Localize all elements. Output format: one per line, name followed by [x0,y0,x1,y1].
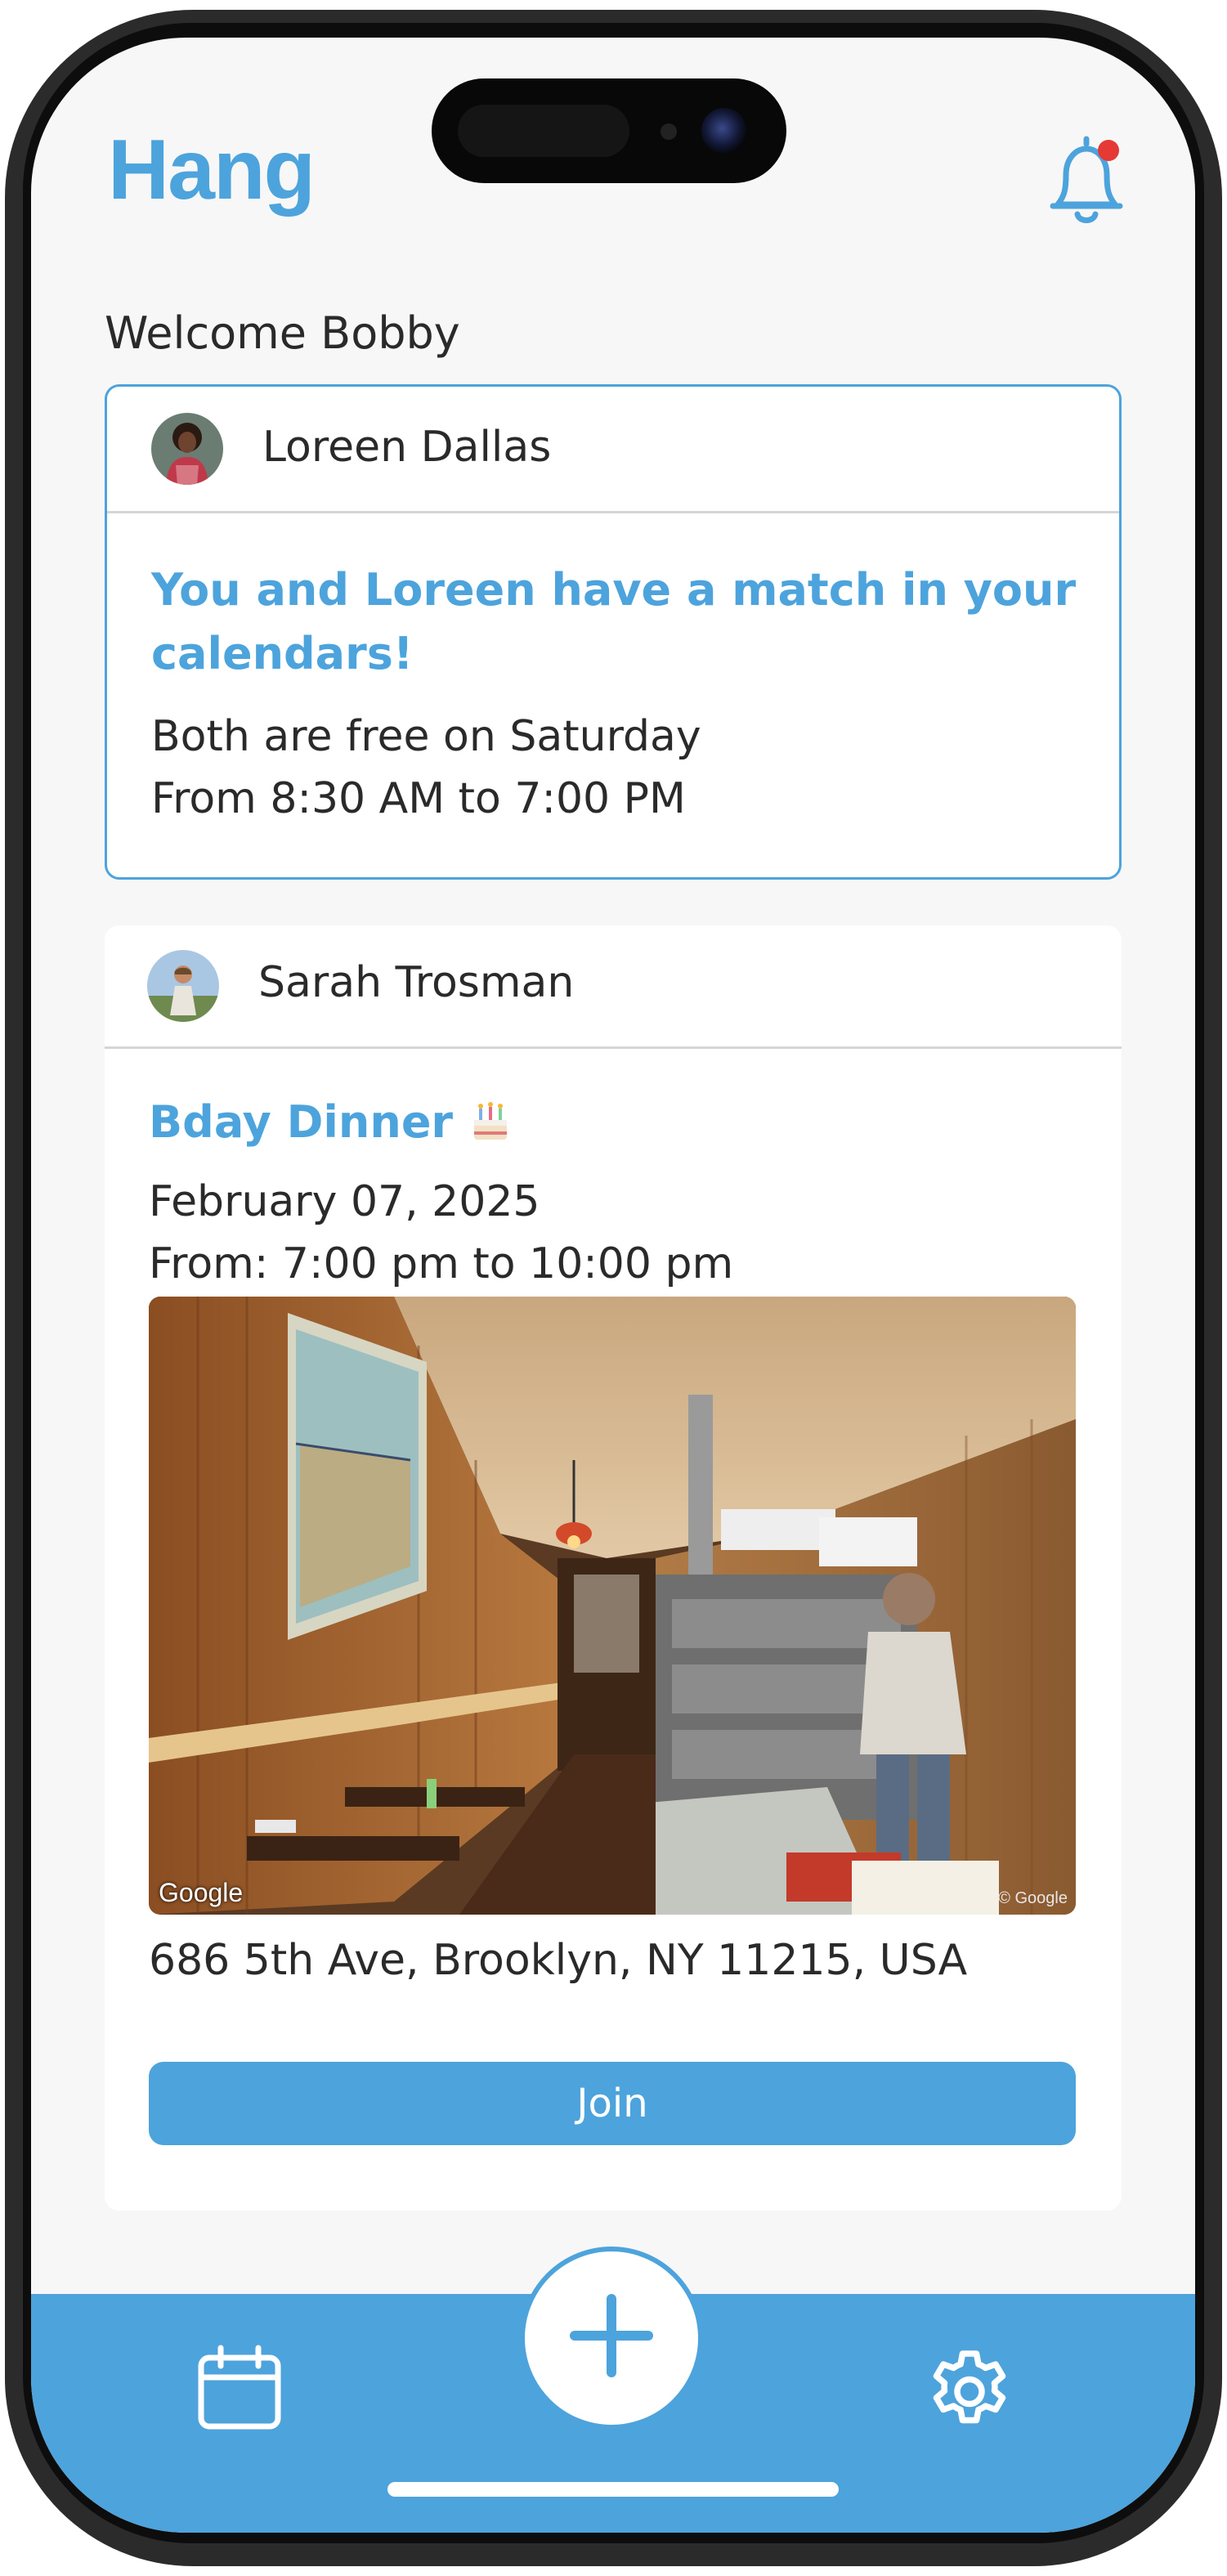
app-screen: Hang Welcome Bobby Loreen Dallas You and… [31,38,1195,2533]
avatar-loreen[interactable] [151,413,223,485]
bell-icon [1050,136,1123,223]
sensor-pill [458,105,629,157]
settings-tab[interactable] [920,2343,1019,2441]
match-title: You and Loreen have a match in your cale… [151,564,1077,679]
event-card: Sarah Trosman Bday Dinner February 07, 2… [105,925,1122,2211]
gear-icon [933,2350,1006,2424]
photo-copyright: © Google [998,1889,1068,1907]
sensor-dot [661,123,677,140]
event-title-row: Bday Dinner [149,1089,513,1154]
restaurant-interior-image [149,1297,1076,1915]
dynamic-island [432,78,786,183]
birthday-cake-icon [474,1102,508,1140]
avatar-sarah[interactable] [147,950,219,1022]
event-title: Bday Dinner [149,1095,454,1148]
app-logo: Hang [108,123,316,217]
calendar-tab[interactable] [195,2343,284,2433]
device-frame: Hang Welcome Bobby Loreen Dallas You and… [0,0,1227,2576]
join-button[interactable]: Join [149,2062,1076,2145]
match-card-header: Loreen Dallas [107,387,1119,513]
match-availability-day: Both are free on Saturday [151,712,701,761]
event-time: From: 7:00 pm to 10:00 pm [149,1239,734,1288]
plus-icon [570,2294,653,2377]
home-indicator[interactable] [387,2482,839,2497]
event-card-header: Sarah Trosman [105,925,1122,1049]
event-date: February 07, 2025 [149,1177,540,1226]
venue-photo[interactable]: Google © Google [149,1297,1076,1915]
event-details: February 07, 2025 From: 7:00 pm to 10:00… [149,1171,733,1295]
match-availability-time: From 8:30 AM to 7:00 PM [151,774,686,823]
match-card[interactable]: Loreen Dallas You and Loreen have a matc… [105,384,1122,880]
camera-lens [701,108,747,154]
add-button[interactable] [520,2247,703,2430]
match-user-name: Loreen Dallas [262,423,552,472]
notification-dot [1098,140,1119,161]
event-address[interactable]: 686 5th Ave, Brooklyn, NY 11215, USA [149,1936,967,1985]
welcome-text: Welcome Bobby [105,307,460,359]
photo-credit: Google [159,1878,244,1907]
notifications-button[interactable] [1041,132,1131,231]
match-details: Both are free on Saturday From 8:30 AM t… [151,706,701,830]
event-user-name: Sarah Trosman [258,958,575,1007]
calendar-icon [198,2345,281,2430]
